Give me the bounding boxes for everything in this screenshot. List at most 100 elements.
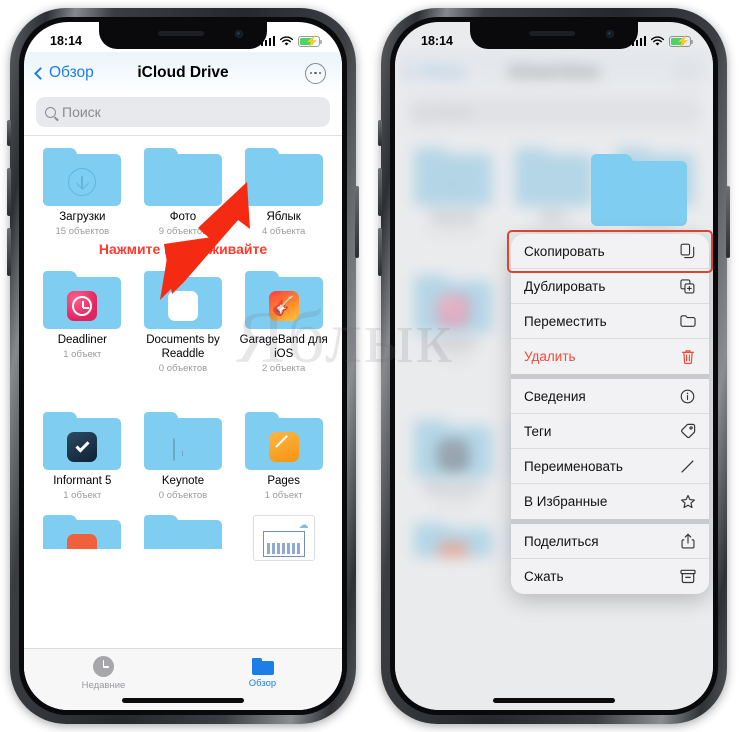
volume-up-button[interactable] <box>378 168 382 216</box>
back-button[interactable]: Обзор <box>24 64 94 82</box>
file-item-keynote[interactable]: Keynote 0 объектов <box>133 412 234 501</box>
screen-right: Обзор iCloud Drive Поиск Загрузки15 объе… <box>395 22 713 710</box>
menu-item-copy[interactable]: Скопировать <box>511 234 709 269</box>
keynote-app-icon <box>143 412 222 471</box>
search-placeholder: Поиск <box>62 104 101 120</box>
download-folder-icon <box>43 148 122 206</box>
file-name: Documents by Readdle <box>146 333 220 361</box>
file-name: Pages <box>267 475 300 488</box>
context-menu: Скопировать Дублировать Переместить Удал… <box>511 234 709 594</box>
list-item[interactable]: ☁ <box>233 515 334 561</box>
file-count: 4 объекта <box>261 225 306 237</box>
file-item-downloads[interactable]: Загрузки 15 объектов <box>32 148 133 237</box>
search-icon <box>45 106 56 118</box>
home-indicator[interactable] <box>493 698 615 703</box>
mute-switch[interactable] <box>7 120 11 146</box>
menu-item-label: Переместить <box>524 313 607 329</box>
more-options-button[interactable] <box>305 62 326 84</box>
notch <box>470 22 638 49</box>
file-count: 9 объектов <box>158 225 208 237</box>
menu-item-favorite[interactable]: В Избранные <box>511 484 709 519</box>
clock-icon <box>93 656 114 677</box>
search-container: Поиск <box>24 94 342 136</box>
mute-switch[interactable] <box>378 120 382 146</box>
power-button[interactable] <box>726 186 730 258</box>
file-grid-row-4-partial: ☁ <box>24 515 342 561</box>
menu-item-label: Удалить <box>524 349 576 364</box>
volume-down-button[interactable] <box>7 228 11 276</box>
phone-right: Обзор iCloud Drive Поиск Загрузки15 объе… <box>378 8 730 724</box>
volume-down-button[interactable] <box>378 228 382 276</box>
folder-move-icon <box>679 313 696 330</box>
context-menu-group-2: Сведения Теги Переименовать В Избранные <box>511 379 709 519</box>
menu-item-label: Поделиться <box>524 533 599 549</box>
menu-item-tags[interactable]: Теги <box>511 414 709 449</box>
menu-item-delete[interactable]: Удалить <box>511 339 709 374</box>
file-item-pages[interactable]: Pages 1 объект <box>233 412 334 501</box>
star-icon <box>679 493 696 510</box>
plain-folder-icon <box>43 515 122 549</box>
file-grid-row-1: Загрузки 15 объектов Фото 9 объектов Ябл… <box>24 136 342 237</box>
menu-item-rename[interactable]: Переименовать <box>511 449 709 484</box>
context-menu-group-1: Скопировать Дублировать Переместить Удал… <box>511 234 709 374</box>
file-grid-row-2: Deadliner 1 объект D Documents by Readdl… <box>24 259 342 374</box>
screenshot-stage: 18:14 ⚡ Обзор iCloud Drive Поиск Загрузк… <box>0 0 740 732</box>
list-item[interactable] <box>32 515 133 549</box>
file-count: 1 объект <box>264 490 303 501</box>
context-menu-group-3: Поделиться Сжать <box>511 524 709 594</box>
wifi-icon <box>650 35 665 45</box>
garageband-app-icon: 🎸 <box>244 270 323 329</box>
menu-item-label: В Избранные <box>524 494 608 509</box>
power-button[interactable] <box>355 186 359 258</box>
trash-icon <box>679 348 696 365</box>
file-item-deadliner[interactable]: Deadliner 1 объект <box>32 270 133 374</box>
menu-item-duplicate[interactable]: Дублировать <box>511 269 709 304</box>
file-count: 1 объект <box>63 490 102 501</box>
menu-item-label: Скопировать <box>524 243 605 259</box>
front-camera-icon <box>606 30 614 38</box>
copy-icon <box>679 243 696 260</box>
battery-charging-icon: ⚡ <box>669 35 694 47</box>
earpiece-speaker <box>529 31 576 36</box>
file-count: 1 объект <box>63 348 102 360</box>
home-indicator[interactable] <box>122 698 244 703</box>
menu-item-move[interactable]: Переместить <box>511 304 709 339</box>
menu-item-label: Сведения <box>524 388 586 404</box>
menu-item-label: Теги <box>524 423 552 439</box>
duplicate-icon <box>679 278 696 295</box>
status-indicators: ⚡ <box>260 35 323 47</box>
tab-label: Обзор <box>248 678 277 689</box>
file-name: Яблык <box>266 211 301 223</box>
compress-icon <box>679 568 696 585</box>
file-name: Informant 5 <box>53 475 112 488</box>
list-item[interactable] <box>133 515 234 549</box>
file-item-documents[interactable]: D Documents by Readdle 0 объектов <box>133 270 234 375</box>
status-time: 18:14 <box>50 34 82 48</box>
file-item-photos[interactable]: Фото 9 объектов <box>133 148 234 237</box>
selected-folder-icon[interactable] <box>591 154 687 226</box>
file-name: Фото <box>169 211 197 223</box>
back-label: Обзор <box>49 64 94 81</box>
file-item-informant[interactable]: Informant 5 1 объект <box>32 412 133 501</box>
screen-left: 18:14 ⚡ Обзор iCloud Drive Поиск Загрузк… <box>24 22 342 710</box>
plain-folder-icon <box>143 148 222 206</box>
documents-readdle-app-icon: D <box>143 270 222 329</box>
menu-item-label: Переименовать <box>524 458 623 474</box>
phone-bezel-right: Обзор iCloud Drive Поиск Загрузки15 объе… <box>390 17 718 715</box>
file-item-yablyk[interactable]: Яблык 4 объекта <box>233 148 334 237</box>
tab-label: Недавние <box>81 680 126 691</box>
menu-item-info[interactable]: Сведения <box>511 379 709 414</box>
document-preview-icon: ☁ <box>252 515 315 561</box>
search-input[interactable]: Поиск <box>36 97 330 127</box>
notch <box>99 22 267 49</box>
plain-folder-icon <box>244 148 323 206</box>
file-item-garageband[interactable]: 🎸 GarageBand для iOS 2 объекта <box>233 270 334 374</box>
earpiece-speaker <box>158 31 205 36</box>
menu-item-share[interactable]: Поделиться <box>511 524 709 559</box>
pencil-icon <box>679 458 696 475</box>
file-count: 0 объектов <box>158 363 208 375</box>
chevron-left-icon <box>34 66 47 80</box>
volume-up-button[interactable] <box>7 168 11 216</box>
wifi-icon <box>279 35 294 45</box>
menu-item-compress[interactable]: Сжать <box>511 559 709 594</box>
